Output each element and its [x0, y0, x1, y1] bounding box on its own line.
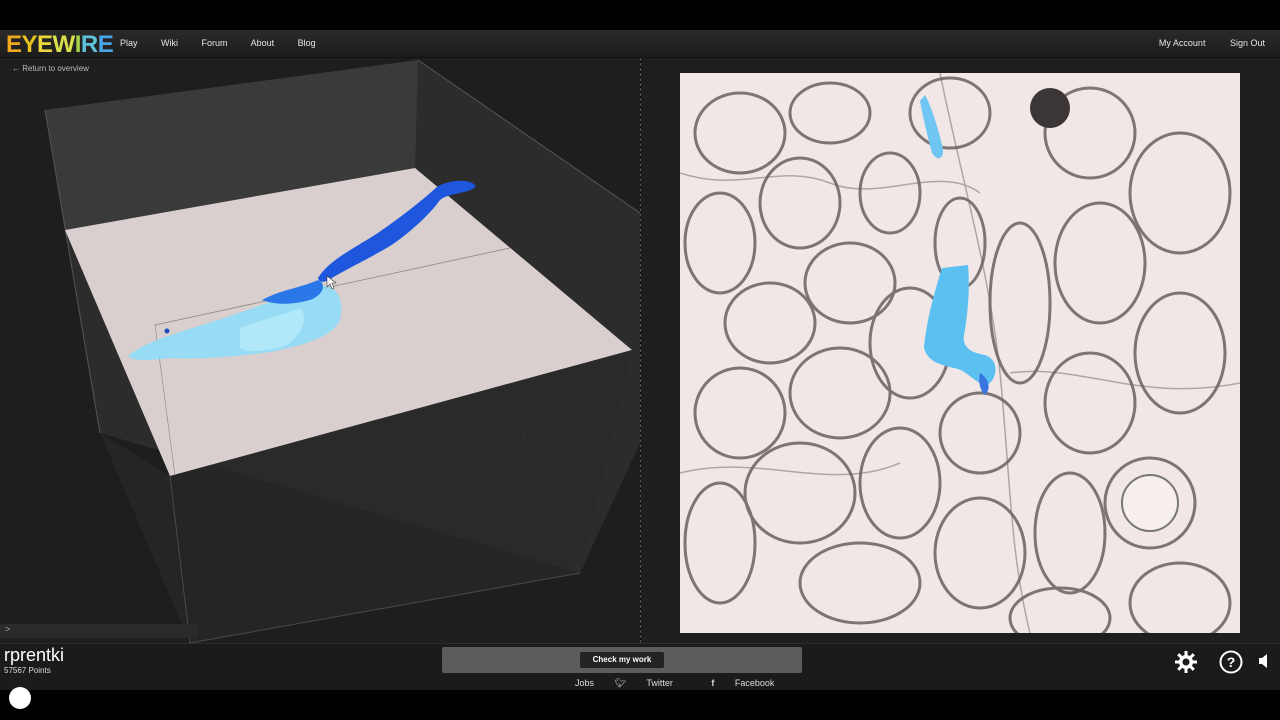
em-image-view[interactable] — [680, 73, 1240, 633]
sound-button[interactable] — [1258, 653, 1270, 674]
nav-link-forum[interactable]: Forum — [202, 38, 228, 48]
logo-letter: E — [97, 31, 114, 58]
logo-letter: Y — [21, 31, 38, 58]
2d-view-panel — [641, 58, 1280, 643]
svg-text:?: ? — [1227, 654, 1236, 670]
check-bar: Check my work — [442, 647, 802, 673]
nav-link-wiki[interactable]: Wiki — [161, 38, 178, 48]
twitter-icon: 🐦︎ — [614, 678, 626, 688]
logo-letter: W — [52, 31, 76, 58]
username[interactable]: rprentki — [4, 645, 64, 666]
facebook-link[interactable]: f Facebook — [711, 678, 792, 688]
speaker-icon — [1259, 654, 1267, 668]
check-my-work-button[interactable]: Check my work — [580, 652, 664, 668]
twitter-link[interactable]: 🐦︎ Twitter — [615, 678, 691, 688]
top-nav: EYEWIRE Play Wiki Forum About Blog My Ac… — [0, 30, 1280, 58]
facebook-icon: f — [711, 678, 715, 688]
twitter-label: Twitter — [646, 678, 673, 688]
sign-out-link[interactable]: Sign Out — [1230, 38, 1265, 48]
nav-link-blog[interactable]: Blog — [298, 38, 316, 48]
nav-links: Play Wiki Forum About Blog — [120, 38, 337, 48]
footer-links: Jobs 🐦︎ Twitter f Facebook — [575, 678, 810, 689]
top-black-band — [0, 0, 1280, 30]
logo-letter: E — [6, 31, 22, 58]
em-slice[interactable] — [680, 73, 1240, 633]
nav-link-about[interactable]: About — [251, 38, 275, 48]
avatar — [9, 687, 31, 709]
bottom-black-band — [0, 690, 1280, 720]
jobs-link[interactable]: Jobs — [575, 678, 594, 688]
help-icon: ? — [1219, 650, 1243, 674]
gear-icon — [1175, 651, 1197, 673]
eyewire-logo[interactable]: EYEWIRE — [6, 31, 114, 59]
dark-vesicle — [1030, 88, 1070, 128]
nav-account-links: My Account Sign Out — [1137, 38, 1265, 48]
chat-console[interactable]: > — [0, 624, 198, 638]
logo-letter: R — [80, 31, 98, 58]
3d-view-panel[interactable]: ← Return to overview > — [0, 58, 640, 643]
3d-cube-view[interactable] — [0, 58, 640, 643]
bottom-bar: rprentki 57567 Points Check my work Jobs… — [0, 643, 1280, 691]
points-count: 57567 Points — [4, 666, 51, 675]
return-to-overview-link[interactable]: ← Return to overview — [12, 64, 89, 73]
my-account-link[interactable]: My Account — [1159, 38, 1206, 48]
settings-button[interactable] — [1174, 650, 1198, 679]
help-button[interactable]: ? — [1219, 650, 1243, 679]
logo-letter: E — [37, 31, 53, 58]
facebook-label: Facebook — [734, 678, 775, 688]
console-prompt: > — [5, 624, 11, 634]
nav-link-play[interactable]: Play — [120, 38, 138, 48]
